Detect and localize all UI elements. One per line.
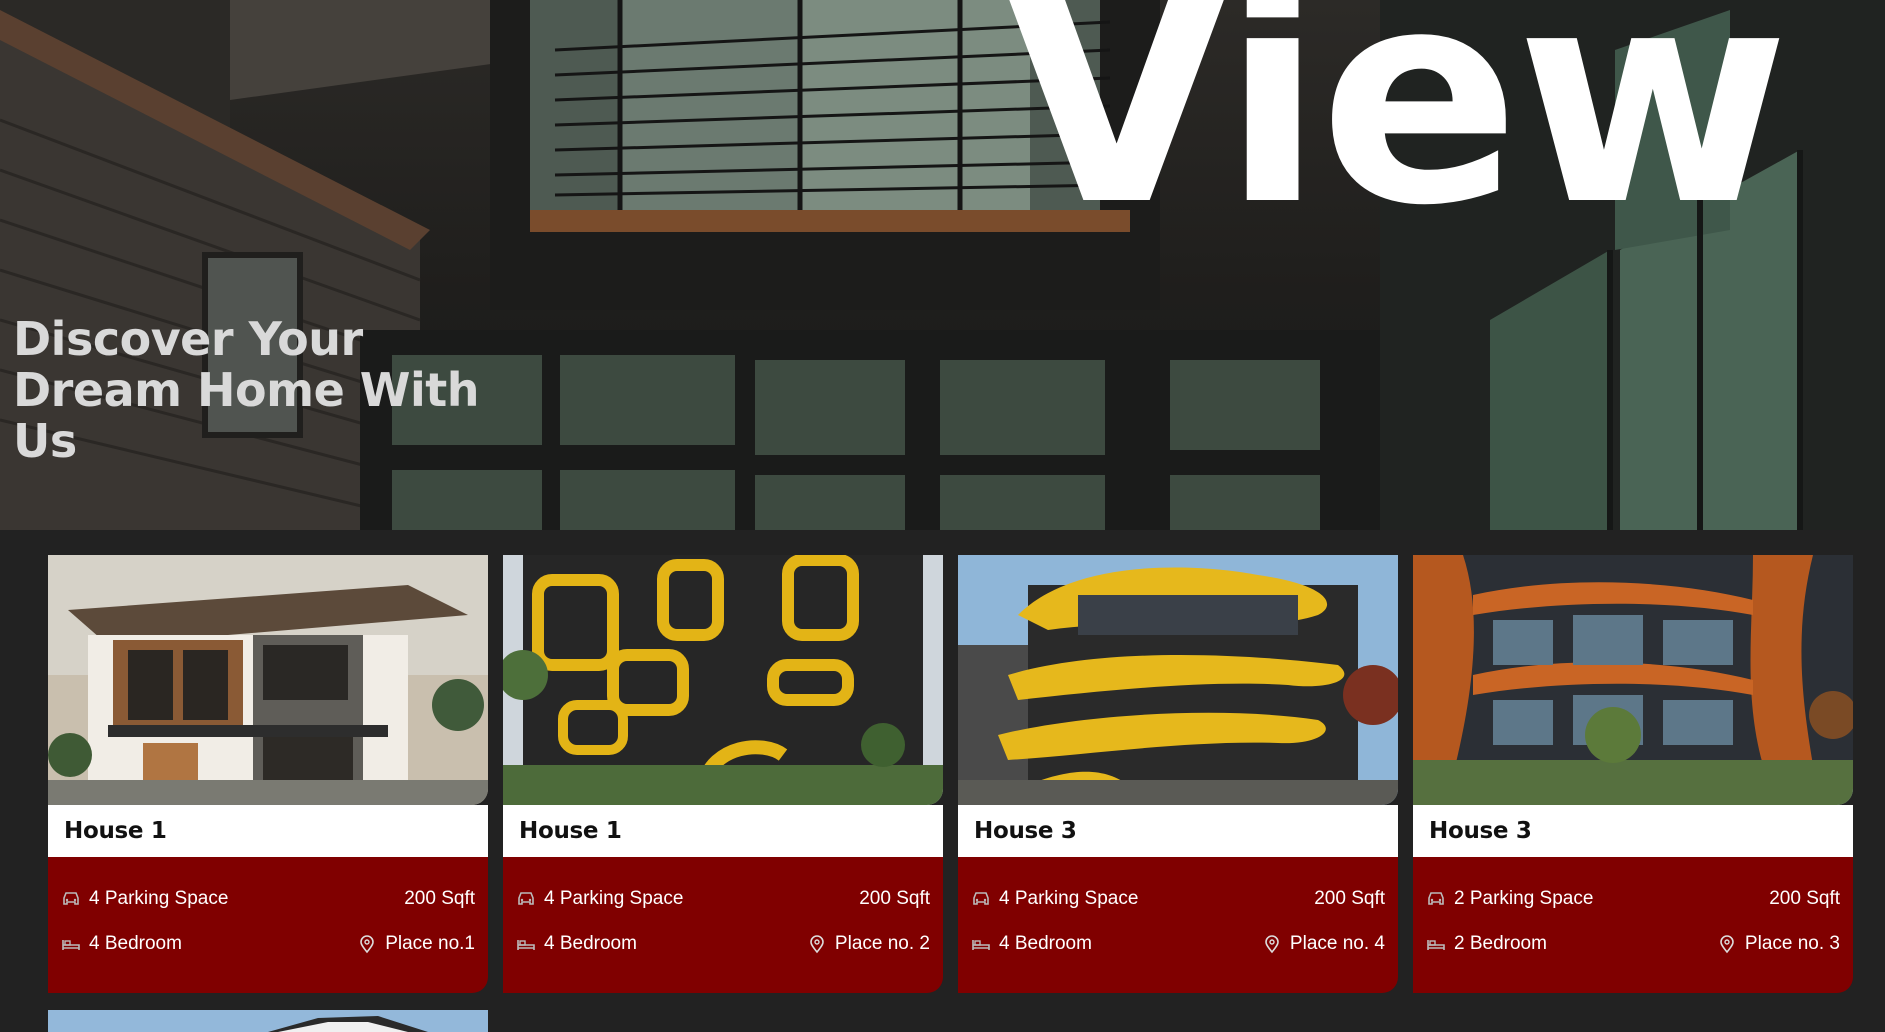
map-pin-icon	[807, 934, 827, 954]
hero-subtitle: Discover Your Dream Home With Us	[13, 312, 480, 468]
property-photo	[48, 1010, 488, 1032]
property-photo	[503, 555, 943, 805]
property-details: 4 Parking Space 200 Sqft 4 Bedroom Place…	[503, 857, 943, 993]
place-label: Place no.1	[385, 933, 475, 954]
property-name: House 3	[1429, 818, 1532, 844]
property-name: House 1	[519, 818, 622, 844]
car-icon	[1426, 889, 1446, 909]
bedroom-count: 2 Bedroom	[1454, 933, 1547, 954]
property-details: 4 Parking Space 200 Sqft 4 Bedroom Place…	[48, 857, 488, 993]
place-label: Place no. 4	[1289, 933, 1385, 954]
map-pin-icon	[357, 934, 377, 954]
place-label: Place no. 3	[1744, 933, 1840, 954]
property-photo	[48, 555, 488, 805]
property-details: 4 Parking Space 200 Sqft 4 Bedroom Place…	[958, 857, 1398, 993]
hero-banner: View Discover Your Dream Home With Us	[0, 0, 1885, 530]
parking-spaces: 4 Parking Space	[89, 888, 229, 909]
property-card[interactable]: House 1 4 Parking Space 200 Sqft 4 Bedro…	[48, 555, 488, 993]
parking-spaces: 4 Parking Space	[544, 888, 684, 909]
map-pin-icon	[1262, 934, 1282, 954]
bed-icon	[971, 934, 991, 954]
area-size: 200 Sqft	[1314, 888, 1385, 909]
property-photo	[1413, 555, 1853, 805]
property-card-grid: House 1 4 Parking Space 200 Sqft 4 Bedro…	[48, 555, 1853, 993]
bedroom-count: 4 Bedroom	[999, 933, 1092, 954]
parking-spaces: 4 Parking Space	[999, 888, 1139, 909]
bed-icon	[1426, 934, 1446, 954]
property-name: House 1	[64, 818, 167, 844]
bedroom-count: 4 Bedroom	[89, 933, 182, 954]
property-card[interactable]: House 1 4 Parking Space 200 Sqft 4 Bedro…	[503, 555, 943, 993]
car-icon	[971, 889, 991, 909]
property-name: House 3	[974, 818, 1077, 844]
area-size: 200 Sqft	[1769, 888, 1840, 909]
area-size: 200 Sqft	[404, 888, 475, 909]
bed-icon	[61, 934, 81, 954]
car-icon	[516, 889, 536, 909]
property-photo	[958, 555, 1398, 805]
place-label: Place no. 2	[834, 933, 930, 954]
property-details: 2 Parking Space 200 Sqft 2 Bedroom Place…	[1413, 857, 1853, 993]
area-size: 200 Sqft	[859, 888, 930, 909]
parking-spaces: 2 Parking Space	[1454, 888, 1594, 909]
property-card[interactable]: House 3 4 Parking Space 200 Sqft 4 Bedro…	[958, 555, 1398, 993]
bed-icon	[516, 934, 536, 954]
property-card[interactable]: House 3 2 Parking Space 200 Sqft 2 Bedro…	[1413, 555, 1853, 993]
property-card-partial[interactable]	[48, 1010, 488, 1032]
car-icon	[61, 889, 81, 909]
bedroom-count: 4 Bedroom	[544, 933, 637, 954]
hero-title: View	[1002, 0, 1790, 270]
map-pin-icon	[1717, 934, 1737, 954]
